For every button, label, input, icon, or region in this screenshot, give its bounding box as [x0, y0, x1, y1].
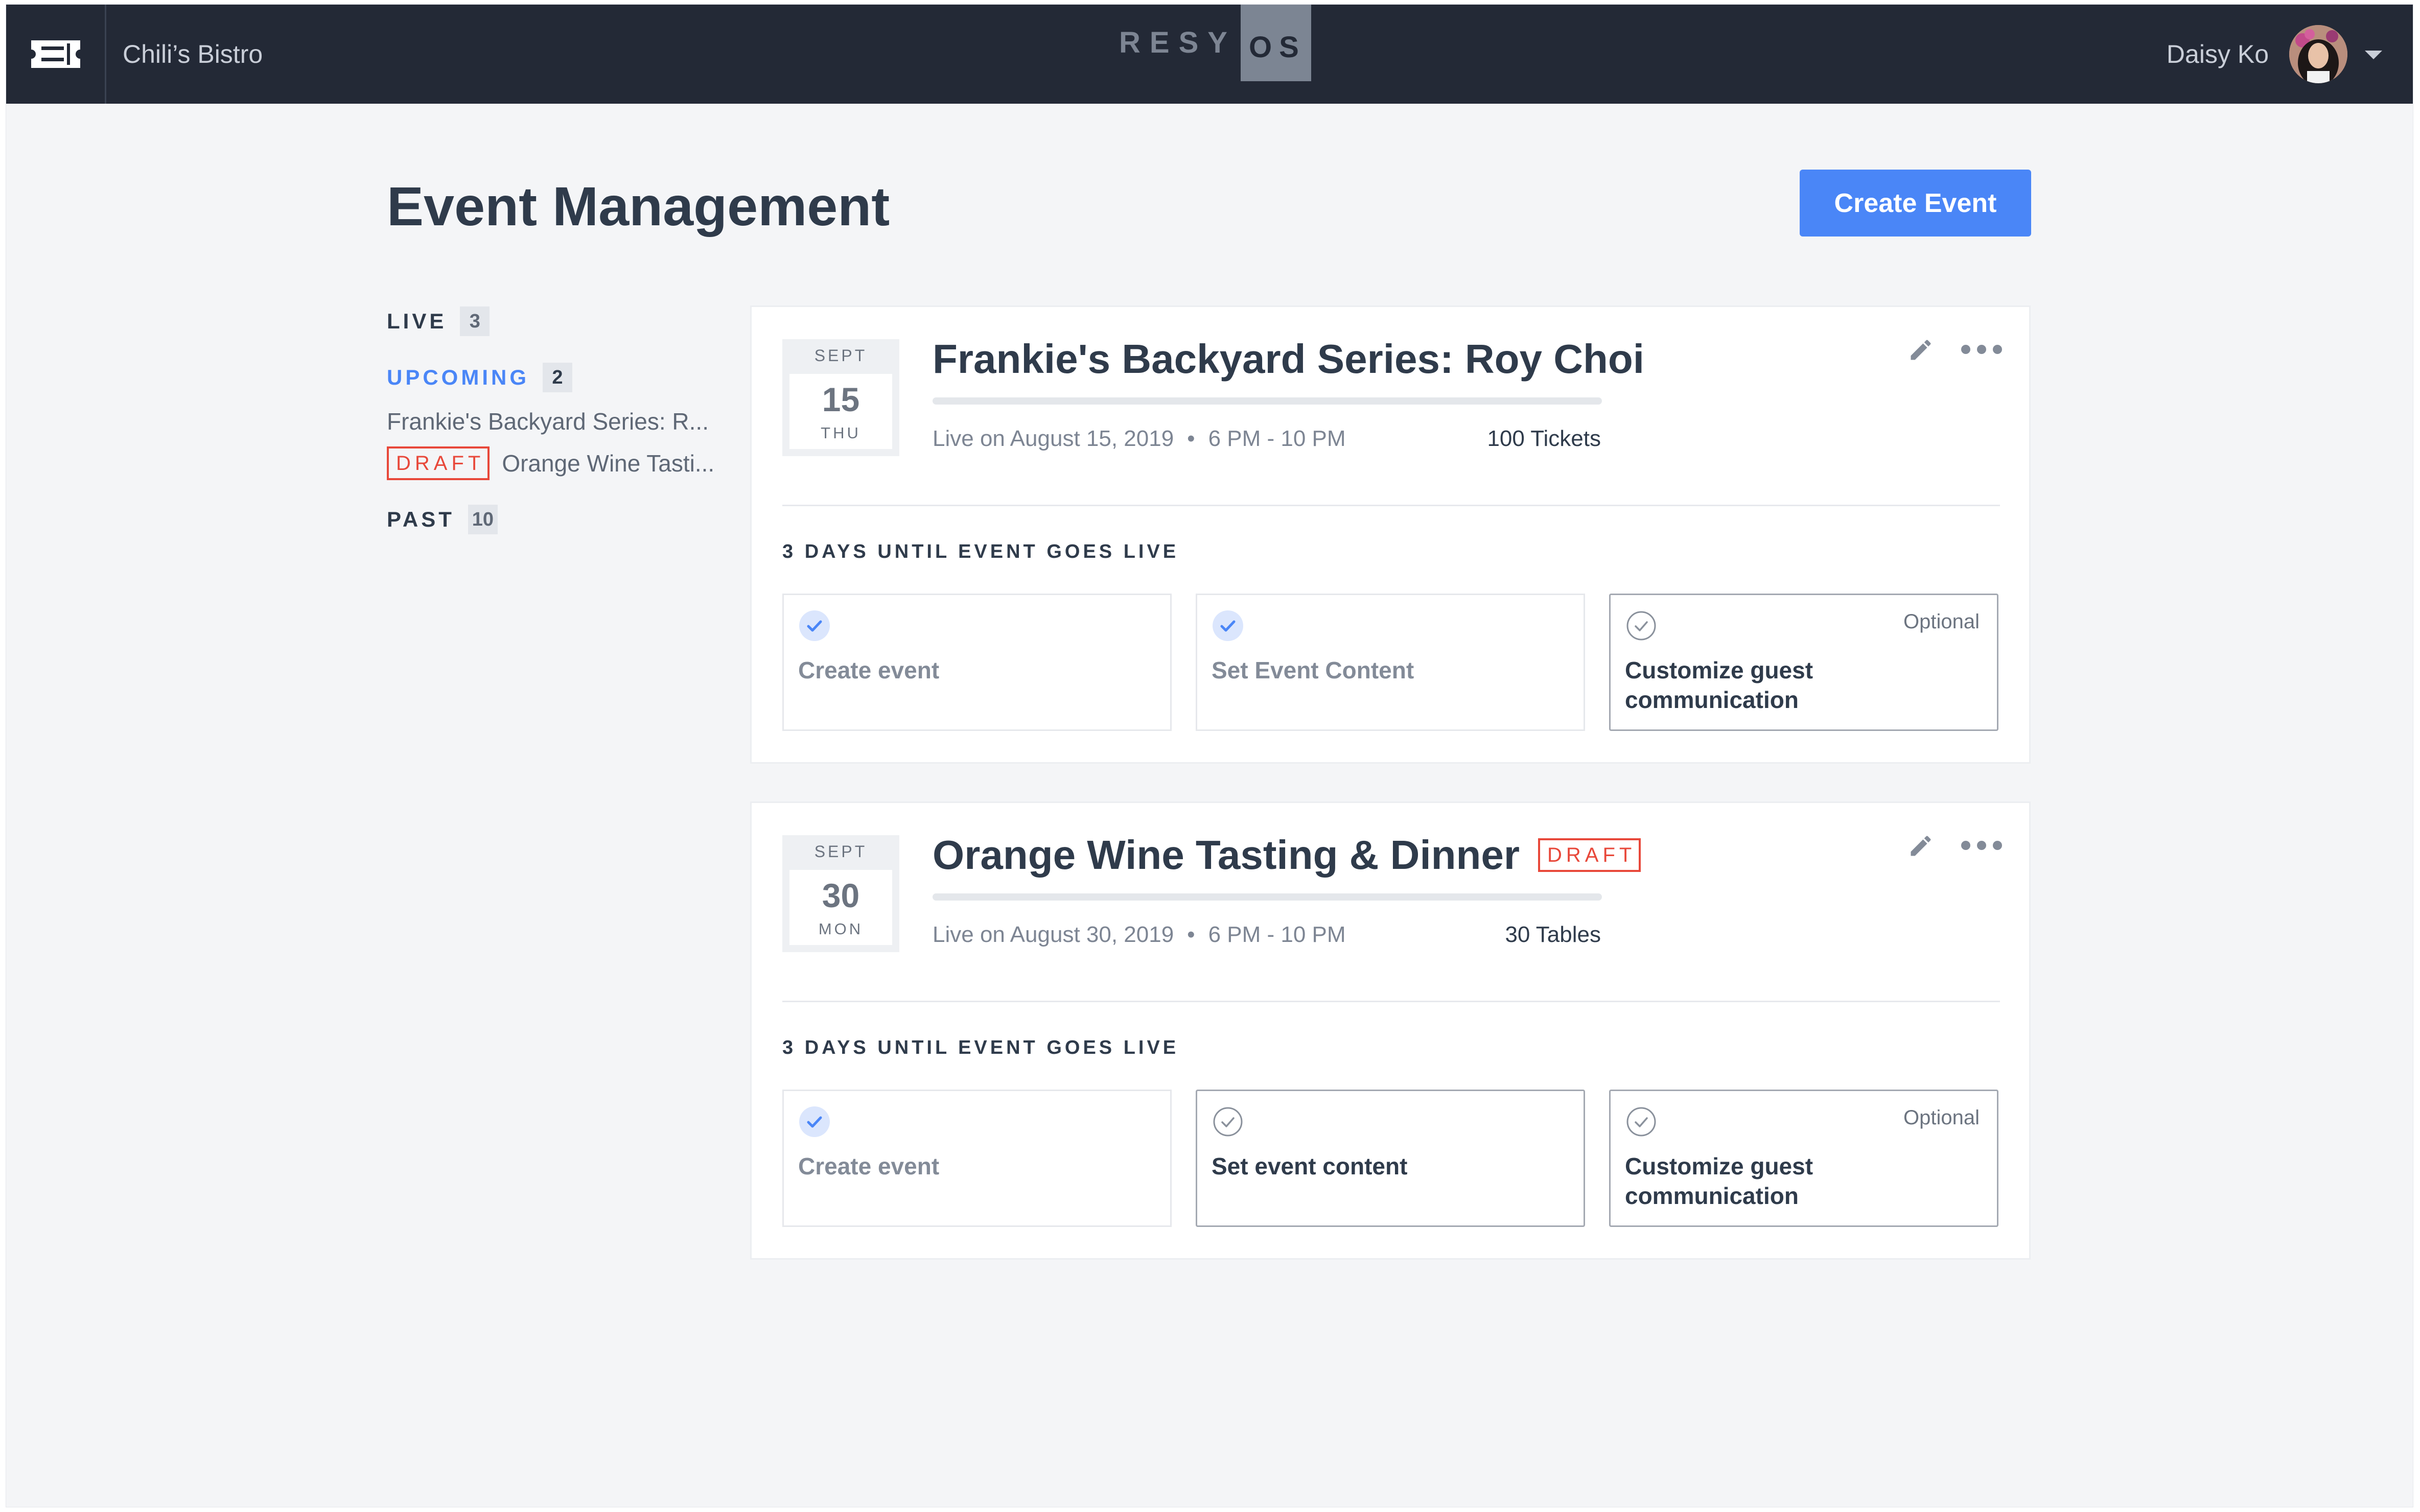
- event-month: SEPT: [814, 842, 868, 861]
- step-card[interactable]: Set event content: [1196, 1090, 1585, 1227]
- sidebar-item-upcoming[interactable]: UPCOMING 2: [387, 362, 724, 393]
- step-card[interactable]: Create event: [782, 1090, 1172, 1227]
- card-divider: [782, 1001, 2000, 1002]
- event-time: 6 PM - 10 PM: [1208, 922, 1346, 947]
- app-frame: Chili’s Bistro RESY OS Daisy Ko Event Ma…: [6, 5, 2413, 1507]
- resy-os-logo: RESY OS: [1119, 5, 1311, 81]
- countdown-label: 3 DAYS UNTIL EVENT GOES LIVE: [782, 1037, 1179, 1058]
- step-label: Set event content: [1212, 1153, 1408, 1179]
- sidebar-item-past[interactable]: PAST 10: [387, 504, 724, 535]
- more-icon[interactable]: [1961, 342, 2003, 357]
- card-divider: [782, 505, 2000, 506]
- event-day: 30: [822, 877, 860, 914]
- optional-tag: Optional: [1903, 610, 1980, 633]
- step-label: Customize guest communication: [1625, 657, 1813, 713]
- top-nav-bar: Chili’s Bistro RESY OS Daisy Ko: [6, 5, 2413, 104]
- check-done-icon: [799, 610, 830, 641]
- step-card[interactable]: Optional Customize guest communication: [1609, 1090, 1998, 1227]
- event-date-tile: SEPT 30 MON: [782, 835, 899, 952]
- count-badge: 3: [460, 306, 490, 336]
- event-date-inner: 15 THU: [789, 374, 892, 449]
- brand-os-text: OS: [1240, 5, 1311, 81]
- step-label: Set Event Content: [1212, 657, 1414, 683]
- event-card[interactable]: SEPT 30 MON Orange Wine Tasting & Dinner…: [750, 801, 2031, 1260]
- event-meta: Live on August 15, 2019 • 6 PM - 10 PM: [933, 423, 1346, 454]
- sidebar-event-label: Orange Wine Tasti...: [502, 450, 715, 477]
- venue-name[interactable]: Chili’s Bistro: [123, 5, 263, 104]
- sidebar-item-live[interactable]: LIVE 3: [387, 306, 724, 337]
- event-time: 6 PM - 10 PM: [1208, 426, 1346, 451]
- check-done-icon: [1213, 610, 1243, 641]
- step-card[interactable]: Optional Customize guest communication: [1609, 594, 1998, 731]
- separator-dot: •: [1187, 426, 1195, 451]
- sidebar-item-label: PAST: [387, 507, 455, 531]
- event-title-text: Orange Wine Tasting & Dinner: [933, 832, 1520, 878]
- step-label: Customize guest communication: [1625, 1153, 1813, 1209]
- event-title[interactable]: Orange Wine Tasting & Dinner DRAFT: [933, 830, 1641, 881]
- ticket-logo-icon[interactable]: [6, 5, 106, 104]
- sidebar-item-label: UPCOMING: [387, 365, 529, 389]
- more-icon[interactable]: [1961, 838, 2003, 853]
- count-badge: 10: [468, 505, 498, 534]
- check-pending-icon: [1626, 1107, 1656, 1137]
- event-weekday: THU: [821, 424, 861, 442]
- event-live-date: Live on August 30, 2019: [933, 922, 1174, 947]
- event-capacity: 30 Tables: [1505, 922, 1601, 947]
- pencil-icon[interactable]: [1907, 337, 1934, 363]
- avatar[interactable]: [2289, 25, 2347, 83]
- create-event-button[interactable]: Create Event: [1800, 170, 2031, 237]
- title-divider: [933, 893, 1602, 901]
- event-weekday: MON: [818, 920, 864, 938]
- event-card[interactable]: SEPT 15 THU Frankie's Backyard Series: R…: [750, 305, 2031, 764]
- event-month: SEPT: [814, 346, 868, 365]
- chevron-down-icon[interactable]: [2365, 51, 2382, 59]
- check-pending-icon: [1626, 611, 1656, 641]
- step-label: Create event: [798, 657, 940, 683]
- countdown-label: 3 DAYS UNTIL EVENT GOES LIVE: [782, 541, 1179, 562]
- event-title[interactable]: Frankie's Backyard Series: Roy Choi: [933, 334, 1644, 385]
- page-title: Event Management: [387, 175, 890, 237]
- event-filter-sidebar: LIVE 3 UPCOMING 2 Frankie's Backyard Ser…: [387, 306, 724, 535]
- step-label: Create event: [798, 1153, 940, 1179]
- event-day: 15: [822, 381, 860, 418]
- sidebar-event-link[interactable]: DRAFT Orange Wine Tasti...: [387, 446, 724, 480]
- event-capacity: 100 Tickets: [1487, 426, 1601, 451]
- draft-badge: DRAFT: [387, 446, 490, 480]
- title-divider: [933, 397, 1602, 405]
- event-date-inner: 30 MON: [789, 870, 892, 945]
- sidebar-event-link[interactable]: Frankie's Backyard Series: R...: [387, 406, 724, 437]
- step-card[interactable]: Create event: [782, 594, 1172, 731]
- pencil-icon[interactable]: [1907, 833, 1934, 859]
- event-date-tile: SEPT 15 THU: [782, 339, 899, 456]
- sidebar-item-label: LIVE: [387, 309, 447, 333]
- user-name[interactable]: Daisy Ko: [2167, 5, 2269, 104]
- event-title-text: Frankie's Backyard Series: Roy Choi: [933, 336, 1644, 382]
- brand-resy-text: RESY: [1119, 26, 1237, 59]
- draft-badge: DRAFT: [1538, 838, 1641, 872]
- check-pending-icon: [1213, 1107, 1243, 1137]
- ticket-logo-svg: [31, 40, 80, 68]
- avatar-image: [2289, 25, 2347, 83]
- step-card[interactable]: Set Event Content: [1196, 594, 1585, 731]
- event-live-date: Live on August 15, 2019: [933, 426, 1174, 451]
- count-badge: 2: [543, 363, 572, 392]
- separator-dot: •: [1187, 922, 1195, 947]
- check-done-icon: [799, 1106, 830, 1137]
- event-meta: Live on August 30, 2019 • 6 PM - 10 PM: [933, 919, 1346, 950]
- optional-tag: Optional: [1903, 1106, 1980, 1129]
